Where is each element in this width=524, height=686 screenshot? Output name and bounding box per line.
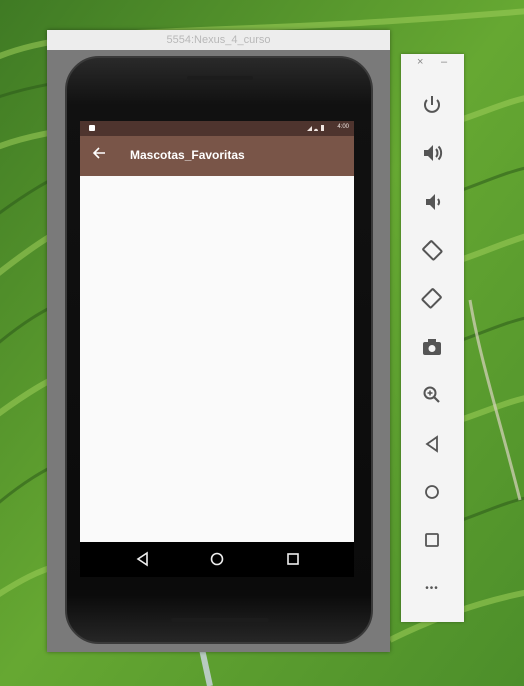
rotate-left-icon[interactable] <box>419 237 445 263</box>
more-icon[interactable]: ••• <box>419 576 445 602</box>
arrow-back-icon[interactable] <box>92 146 106 165</box>
rotate-right-icon[interactable] <box>419 285 445 311</box>
window-title[interactable]: 5554:Nexus_4_curso <box>47 30 390 50</box>
status-icons <box>306 124 326 134</box>
nav-back-icon[interactable] <box>135 551 151 567</box>
back-icon[interactable] <box>419 431 445 457</box>
signal-battery-icon <box>307 125 324 131</box>
content-area <box>80 176 354 542</box>
overview-icon[interactable] <box>419 527 445 553</box>
camera-icon[interactable] <box>419 334 445 360</box>
top-speaker <box>187 76 253 80</box>
nav-home-icon[interactable] <box>209 551 225 567</box>
status-time: 4:00 <box>337 124 349 130</box>
phone-screen: 4:00 Mascotas_Favoritas <box>80 121 354 577</box>
app-toolbar: Mascotas_Favoritas <box>80 136 354 176</box>
emulator-side-toolbar: × – ••• <box>401 54 464 622</box>
bottom-speaker <box>171 618 269 622</box>
app-title: Mascotas_Favoritas <box>130 148 245 162</box>
minimize-icon[interactable]: – <box>441 56 447 68</box>
status-bar: 4:00 <box>80 121 354 136</box>
home-icon[interactable] <box>419 479 445 505</box>
nav-recents-icon[interactable] <box>285 551 301 567</box>
close-icon[interactable]: × <box>417 56 423 68</box>
volume-down-icon[interactable] <box>419 189 445 215</box>
notification-icon <box>89 125 95 131</box>
power-icon[interactable] <box>419 92 445 118</box>
volume-up-icon[interactable] <box>419 140 445 166</box>
zoom-icon[interactable] <box>419 382 445 408</box>
navigation-bar <box>80 542 354 577</box>
